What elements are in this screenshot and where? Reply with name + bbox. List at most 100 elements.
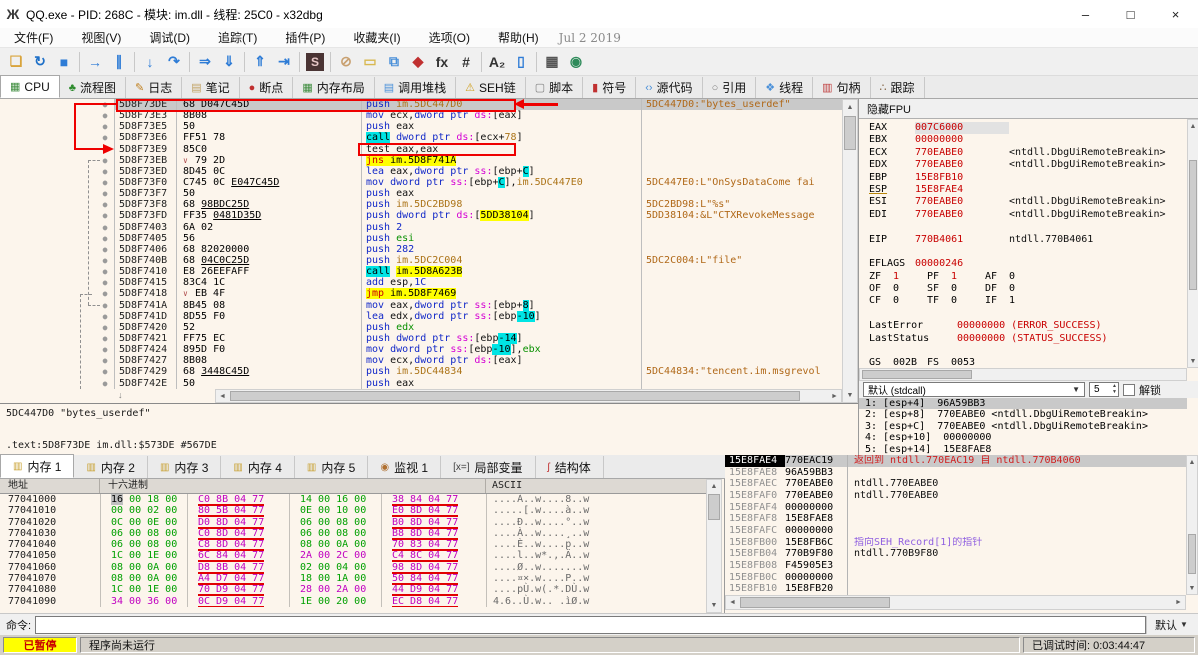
breakpoint-dot-icon[interactable]: ● xyxy=(96,199,114,210)
scroll-down-icon[interactable]: ▼ xyxy=(1188,355,1198,367)
register-row[interactable]: EBP 15E8FB10 xyxy=(859,172,1187,184)
dump-row[interactable]: 77041020 0C 00 0E 00 D0 8D 04 77 06 00 08 0… xyxy=(0,516,706,529)
command-profile-select[interactable]: 默认 ▼ xyxy=(1146,615,1196,634)
register-row[interactable]: ESP 15E8FAE4 xyxy=(859,184,1187,196)
disassembly-row[interactable]: ● 5D8F740B 68 04C0C25D push im.5DC2C004 5DC2… xyxy=(0,254,842,267)
breakpoint-dot-icon[interactable]: ● xyxy=(96,311,114,322)
disassembly-row[interactable]: ● 5D8F7427 8B08 mov ecx,dword ptr ds:[eax] xyxy=(0,355,842,367)
disassembly-row[interactable]: ● 5D8F7424 895D F0 mov dword ptr ss:[ebp-10… xyxy=(0,344,842,356)
bookmark-icon[interactable]: ◆ xyxy=(406,51,430,73)
scroll-up-icon[interactable]: ▲ xyxy=(707,480,721,493)
tab-内存布局[interactable]: ▦ 内存布局 xyxy=(293,77,375,98)
stack-hscrollbar[interactable]: ◄ ► xyxy=(725,595,1186,610)
argument-row[interactable]: 2: [esp+8] 770EABE0 <ntdll.DbgUiRemoteBr… xyxy=(859,409,1187,420)
scroll-right-icon[interactable]: ► xyxy=(1172,596,1185,609)
tab-结构体[interactable]: ʃ 结构体 xyxy=(536,456,604,478)
tab-符号[interactable]: ▮ 符号 xyxy=(583,77,637,98)
disassembly-row[interactable]: ● 5D8F73EB ∨ 79 2D jns im.5D8F741A xyxy=(0,154,842,166)
stepper-arrows-icon[interactable]: ▲ ▼ xyxy=(1112,383,1117,395)
breakpoint-dot-icon[interactable]: ● xyxy=(96,210,114,221)
disassembly-row[interactable]: ● 5D8F7410 E8 26EEFAFF call im.5D8A623B xyxy=(0,266,842,278)
flag-value[interactable]: 1 xyxy=(1009,295,1043,307)
tab-引用[interactable]: ○ 引用 xyxy=(703,77,757,98)
menu-item[interactable]: 调试(D) xyxy=(135,28,204,48)
disassembly-row[interactable]: ● 5D8F73F8 68 98BDC25D push im.5DC2BD98 5DC2… xyxy=(0,199,842,211)
execute-till-return-icon[interactable]: ⇓ xyxy=(217,51,241,73)
selected-byte[interactable]: 16 xyxy=(111,494,124,505)
argument-row[interactable]: 3: [esp+C] 770EABE0 <ntdll.DbgUiRemoteBr… xyxy=(859,421,1187,432)
stack-hscroll-thumb[interactable] xyxy=(740,597,890,608)
scroll-up-icon[interactable]: ▲ xyxy=(1187,456,1197,468)
patch-icon[interactable]: ⊘ xyxy=(334,51,358,73)
dump-row[interactable]: 77041090 34 00 36 00 0C D9 04 77 1E 00 20 0… xyxy=(0,595,706,607)
pause-icon[interactable]: ∥ xyxy=(107,51,131,73)
dump-row[interactable]: 77041060 08 00 0A 00 D8 8B 04 77 02 00 04 0… xyxy=(0,561,706,574)
restart-icon[interactable]: ↻ xyxy=(28,51,52,73)
step-out-icon[interactable]: ⇑ xyxy=(248,51,272,73)
stack-row[interactable]: 15E8FB0C 00000000 xyxy=(725,571,1186,584)
registers-hscrollbar[interactable] xyxy=(859,368,1187,381)
register-row[interactable]: EIP 770B4061 ntdll.770B4061 xyxy=(859,234,1187,246)
open-file-icon[interactable]: ❏ xyxy=(4,51,28,73)
breakpoint-dot-icon[interactable]: ● xyxy=(96,288,114,299)
breakpoint-dot-icon[interactable]: ● xyxy=(96,110,114,121)
dump-row[interactable]: 77041000 16 00 18 00 C0 8B 04 77 14 00 16 0… xyxy=(0,494,706,506)
scroll-up-icon[interactable]: ▲ xyxy=(843,100,857,114)
register-row[interactable]: EDI 770EABE0 <ntdll.DbgUiRemoteBreakin> xyxy=(859,209,1187,221)
command-input[interactable] xyxy=(35,615,1146,634)
disassembly-row[interactable]: ● 5D8F73E6 FF51 78 call dword ptr ds:[ecx+7… xyxy=(0,132,842,144)
registers-vscroll-thumb[interactable] xyxy=(1189,160,1197,290)
close-button[interactable]: × xyxy=(1153,0,1198,28)
log-device-icon[interactable]: ▯ xyxy=(509,51,533,73)
scroll-right-icon[interactable]: ► xyxy=(828,390,841,402)
run-icon[interactable]: → xyxy=(83,51,107,73)
disassembly-row[interactable]: ● 5D8F7429 68 3448C45D push im.5DC44834 5DC4… xyxy=(0,366,842,378)
register-row[interactable]: ECX 770EABE0 <ntdll.DbgUiRemoteBreakin> xyxy=(859,147,1187,159)
run-to-user-code-icon[interactable]: ⇥ xyxy=(272,51,296,73)
tab-内存 2[interactable]: ▥ 内存 2 xyxy=(74,456,148,478)
breakpoint-dot-icon[interactable]: ● xyxy=(96,266,114,277)
scroll-down-icon[interactable]: ▼ xyxy=(843,388,857,402)
run-to-icon[interactable]: ⇒ xyxy=(193,51,217,73)
flag-value[interactable]: 1 xyxy=(893,271,927,283)
stack-row[interactable]: 15E8FAE8 96A59BB3 xyxy=(725,466,1186,479)
tab-内存 3[interactable]: ▥ 内存 3 xyxy=(148,456,222,478)
scroll-down-icon[interactable]: ▼ xyxy=(1187,582,1197,594)
register-row[interactable]: LastError 00000000 (ERROR_SUCCESS) xyxy=(859,320,1187,332)
register-row[interactable]: LastStatus 00000000 (STATUS_SUCCESS) xyxy=(859,333,1187,345)
tab-流程图[interactable]: ♣ 流程图 xyxy=(60,77,126,98)
dump-row[interactable]: 77041030 06 00 08 00 C0 8D 04 77 06 00 08 0… xyxy=(0,527,706,540)
dump-row[interactable]: 77041050 1C 00 1E 00 6C 84 04 77 2A 00 2C 0… xyxy=(0,550,706,563)
menu-item[interactable]: 视图(V) xyxy=(67,28,135,48)
font-icon[interactable]: A₂ xyxy=(485,51,509,73)
stack-row[interactable]: 15E8FAF4 00000000 xyxy=(725,501,1186,514)
tab-句柄[interactable]: ▥ 句柄 xyxy=(813,77,871,98)
step-over-icon[interactable]: ↷ xyxy=(162,51,186,73)
globe-icon[interactable]: ◉ xyxy=(564,51,588,73)
flag-value[interactable]: 0 xyxy=(1009,271,1043,283)
scroll-left-icon[interactable]: ◄ xyxy=(726,596,739,609)
breakpoint-dot-icon[interactable]: ● xyxy=(96,277,114,288)
comment-icon[interactable]: ▭ xyxy=(358,51,382,73)
tab-源代码[interactable]: ‹› 源代码 xyxy=(636,77,703,98)
flag-value[interactable]: 0 xyxy=(951,283,985,295)
dump-row[interactable]: 77041010 00 00 02 00 80 5B 04 77 0E 00 10 0… xyxy=(0,505,706,518)
register-row[interactable]: EFLAGS 00000246 xyxy=(859,258,1187,270)
disassembly-row[interactable]: ● 5D8F73F7 50 push eax xyxy=(0,188,842,200)
tab-SEH链[interactable]: ⚠ SEH链 xyxy=(456,77,526,98)
maximize-button[interactable]: □ xyxy=(1108,0,1153,28)
flag-value[interactable]: 0 xyxy=(893,295,927,307)
stack-row[interactable]: 15E8FB00 15E8FB6C 指向SEH_Record[1]的指针 xyxy=(725,536,1186,549)
disassembly-vscrollbar[interactable]: ▲ ▼ xyxy=(842,99,858,403)
menu-item[interactable]: 帮助(H) xyxy=(484,28,553,48)
flag-value[interactable]: 002B xyxy=(893,357,927,368)
disassembly-row[interactable]: ● 5D8F741A 8B45 08 mov eax,dword ptr ss:[eb… xyxy=(0,299,842,311)
breakpoint-dot-icon[interactable]: ● xyxy=(96,366,114,377)
breakpoint-dot-icon[interactable]: ● xyxy=(96,222,114,233)
tab-线程[interactable]: ❖ 线程 xyxy=(756,77,814,98)
stop-icon[interactable]: ■ xyxy=(52,51,76,73)
flag-value[interactable]: 0 xyxy=(1009,283,1043,295)
stack-row[interactable]: 15E8FB10 15E8FB20 xyxy=(725,583,1186,595)
dump-vscrollbar[interactable]: ▲ ▼ xyxy=(706,479,722,613)
menu-item[interactable]: 文件(F) xyxy=(0,28,67,48)
